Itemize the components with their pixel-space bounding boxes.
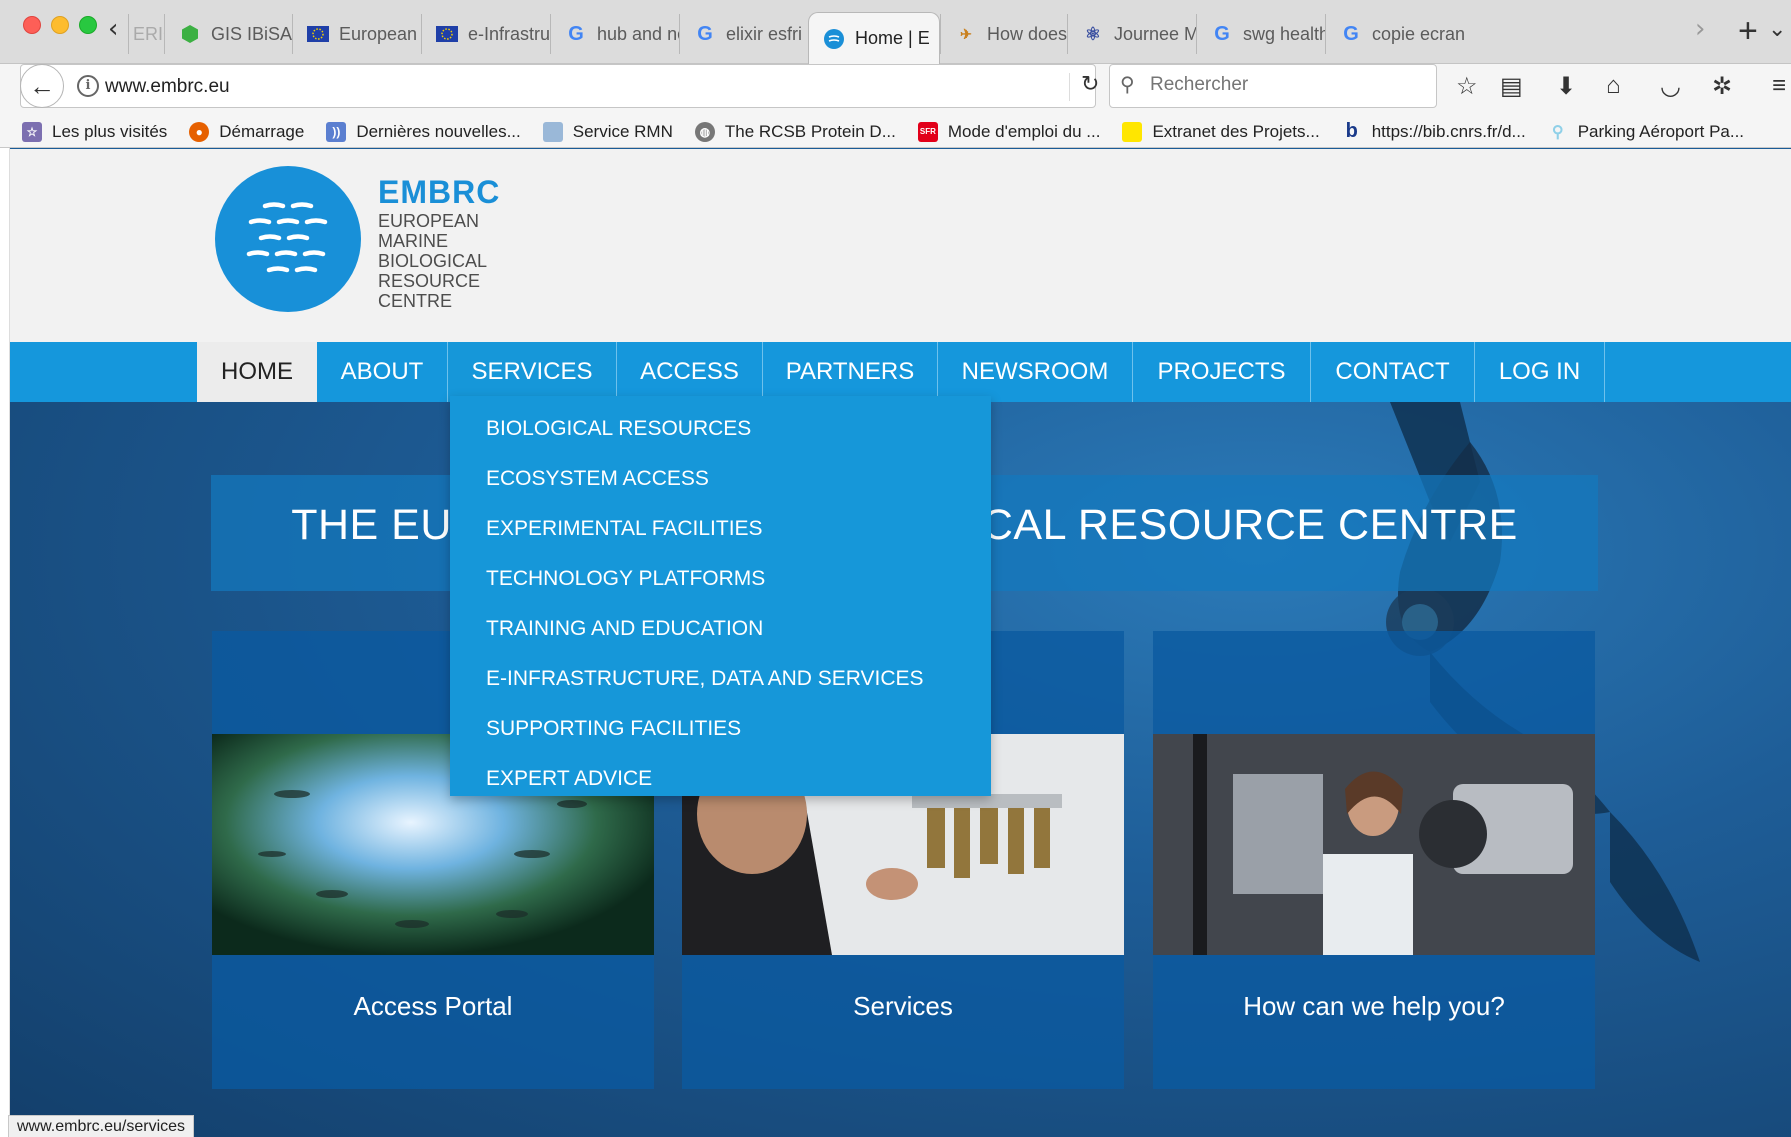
rss-icon: )) bbox=[326, 121, 347, 142]
logo-subtitle: EUROPEAN MARINE BIOLOGICAL RESOURCE CENT… bbox=[378, 211, 488, 311]
downloads-icon[interactable]: ⬇ bbox=[1556, 72, 1576, 101]
web-page: EMBRC EUROPEAN MARINE BIOLOGICAL RESOURC… bbox=[10, 149, 1791, 1137]
menu-login[interactable]: LOG IN bbox=[1475, 342, 1605, 402]
tab[interactable]: G hub and no bbox=[550, 14, 679, 54]
sfr-icon: SFR bbox=[917, 121, 938, 142]
b-icon: b bbox=[1345, 120, 1358, 142]
tab[interactable]: ⚛ Journee Mi bbox=[1067, 14, 1196, 54]
dropdown-item-experimental-facilities[interactable]: EXPERIMENTAL FACILITIES bbox=[450, 504, 991, 554]
google-icon: G bbox=[697, 22, 713, 45]
folder-icon bbox=[542, 121, 563, 142]
tabs-scroll-left-icon[interactable]: ‹ bbox=[108, 14, 118, 44]
bookmark-item[interactable]: Extranet des Projets... bbox=[1122, 121, 1320, 142]
globe-icon: ◍ bbox=[694, 121, 715, 142]
menu-newsroom[interactable]: NEWSROOM bbox=[938, 342, 1133, 402]
new-tab-icon[interactable]: + bbox=[1738, 12, 1758, 51]
extension-icon[interactable]: ✲ bbox=[1712, 72, 1732, 101]
tabs-scroll-right-icon[interactable]: › bbox=[1695, 14, 1705, 44]
dropdown-item-e-infrastructure[interactable]: E-INFRASTRUCTURE, DATA AND SERVICES bbox=[450, 654, 991, 704]
menu-partners[interactable]: PARTNERS bbox=[763, 342, 938, 402]
tab[interactable]: G swg health bbox=[1196, 14, 1325, 54]
url-divider bbox=[1069, 73, 1070, 101]
window-edge bbox=[0, 148, 10, 1137]
yellow-square-icon bbox=[1122, 121, 1143, 142]
tab[interactable]: GIS IBiSA : bbox=[164, 14, 292, 54]
dropdown-item-biological-resources[interactable]: BIOLOGICAL RESOURCES bbox=[450, 404, 991, 454]
card-label[interactable]: How can we help you? bbox=[1153, 991, 1595, 1022]
home-icon[interactable]: ⌂ bbox=[1606, 72, 1621, 100]
menu-contact[interactable]: CONTACT bbox=[1311, 342, 1475, 402]
search-icon: ⚲ bbox=[1120, 74, 1135, 96]
tab[interactable]: ✈ How does E bbox=[940, 14, 1067, 54]
minimize-window-button[interactable] bbox=[51, 16, 69, 34]
embrc-icon bbox=[823, 28, 845, 50]
main-menu-bar: HOME ABOUT SERVICES ACCESS PARTNERS NEWS… bbox=[10, 342, 1791, 402]
logo-title[interactable]: EMBRC bbox=[378, 174, 500, 211]
menu-access[interactable]: ACCESS bbox=[617, 342, 763, 402]
tab[interactable]: G copie ecran bbox=[1325, 14, 1465, 54]
back-arrow-icon: ← bbox=[29, 70, 55, 101]
services-dropdown-menu: BIOLOGICAL RESOURCES ECOSYSTEM ACCESS EX… bbox=[450, 396, 991, 796]
menu-icon[interactable]: ≡ bbox=[1772, 72, 1786, 100]
embrc-logo-icon[interactable] bbox=[215, 166, 361, 312]
bookmark-item[interactable]: ◍ The RCSB Protein D... bbox=[694, 121, 896, 142]
tab[interactable]: European C bbox=[292, 14, 421, 54]
google-icon: G bbox=[1214, 22, 1230, 45]
menu-projects[interactable]: PROJECTS bbox=[1133, 342, 1311, 402]
atom-icon: ⚛ bbox=[1084, 23, 1102, 44]
bookmark-item[interactable]: Service RMN bbox=[542, 121, 673, 142]
google-icon: G bbox=[568, 22, 584, 45]
search-bar[interactable]: ⚲ bbox=[1109, 64, 1437, 108]
url-text[interactable]: www.embrc.eu bbox=[105, 76, 230, 98]
dropdown-item-supporting-facilities[interactable]: SUPPORTING FACILITIES bbox=[450, 704, 991, 754]
dropdown-item-expert-advice[interactable]: EXPERT ADVICE bbox=[450, 754, 991, 804]
bookmark-item[interactable]: b https://bib.cnrs.fr/d... bbox=[1342, 120, 1526, 142]
tab[interactable]: e-Infrastruc bbox=[421, 14, 550, 54]
reader-list-icon[interactable]: ▤ bbox=[1500, 72, 1523, 101]
back-button[interactable]: ← bbox=[20, 64, 64, 108]
bookmark-item[interactable]: ● Démarrage bbox=[189, 121, 304, 142]
navigation-toolbar: i www.embrc.eu ↻ ← ⚲ ☆ ▤ ⬇ ⌂ ◡ ✲ ≡ bbox=[0, 64, 1791, 116]
tab-strip: ‹ ERIC GIS IBiSA : European C e-Infrastr… bbox=[0, 0, 1791, 64]
dropdown-item-training-education[interactable]: TRAINING AND EDUCATION bbox=[450, 604, 991, 654]
tab[interactable]: ERIC bbox=[128, 14, 164, 54]
menu-about[interactable]: ABOUT bbox=[317, 342, 448, 402]
tab-active[interactable]: Home | E ✕ bbox=[808, 12, 940, 64]
menu-services[interactable]: SERVICES bbox=[448, 342, 617, 402]
status-url-tooltip: www.embrc.eu/services bbox=[8, 1115, 195, 1137]
pin-icon: ⚲ bbox=[1551, 123, 1564, 141]
close-window-button[interactable] bbox=[23, 16, 41, 34]
menu-home[interactable]: HOME bbox=[197, 342, 317, 402]
green-hexagon-icon bbox=[179, 23, 201, 45]
bookmark-star-icon[interactable]: ☆ bbox=[1456, 72, 1478, 101]
pocket-icon[interactable]: ◡ bbox=[1660, 72, 1681, 101]
bookmark-item[interactable]: SFR Mode d'emploi du ... bbox=[917, 121, 1100, 142]
bookmarks-folder-icon: ☆ bbox=[22, 121, 42, 142]
dropdown-item-ecosystem-access[interactable]: ECOSYSTEM ACCESS bbox=[450, 454, 991, 504]
card-help[interactable]: How can we help you? bbox=[1153, 631, 1595, 1089]
scientist-microscope-image bbox=[1153, 734, 1595, 955]
main-menu: HOME ABOUT SERVICES ACCESS PARTNERS NEWS… bbox=[197, 342, 1605, 402]
zoom-window-button[interactable] bbox=[79, 16, 97, 34]
google-icon: G bbox=[1343, 22, 1359, 45]
bookmark-item[interactable]: )) Dernières nouvelles... bbox=[326, 121, 521, 142]
satellite-icon: ✈ bbox=[960, 25, 972, 42]
eu-flag-icon bbox=[436, 23, 458, 45]
bookmark-item[interactable]: ⚲ Parking Aéroport Pa... bbox=[1548, 122, 1744, 142]
reload-icon[interactable]: ↻ bbox=[1081, 71, 1099, 97]
url-bar[interactable]: i www.embrc.eu ↻ bbox=[20, 64, 1099, 108]
list-all-tabs-icon[interactable]: ⌄ bbox=[1768, 16, 1786, 42]
eu-flag-icon bbox=[307, 23, 329, 45]
site-info-icon[interactable]: i bbox=[77, 75, 99, 97]
firefox-icon: ● bbox=[189, 121, 210, 142]
dropdown-item-technology-platforms[interactable]: TECHNOLOGY PLATFORMS bbox=[450, 554, 991, 604]
site-header: EMBRC EUROPEAN MARINE BIOLOGICAL RESOURC… bbox=[10, 149, 1791, 342]
bookmark-item[interactable]: ☆ Les plus visités bbox=[22, 121, 167, 142]
tab[interactable]: G elixir esfri - bbox=[679, 14, 807, 54]
search-input[interactable] bbox=[1150, 74, 1420, 96]
card-label[interactable]: Services bbox=[682, 991, 1124, 1022]
bookmarks-toolbar: ☆ Les plus visités ● Démarrage )) Derniè… bbox=[0, 116, 1791, 148]
card-label[interactable]: Access Portal bbox=[212, 991, 654, 1022]
